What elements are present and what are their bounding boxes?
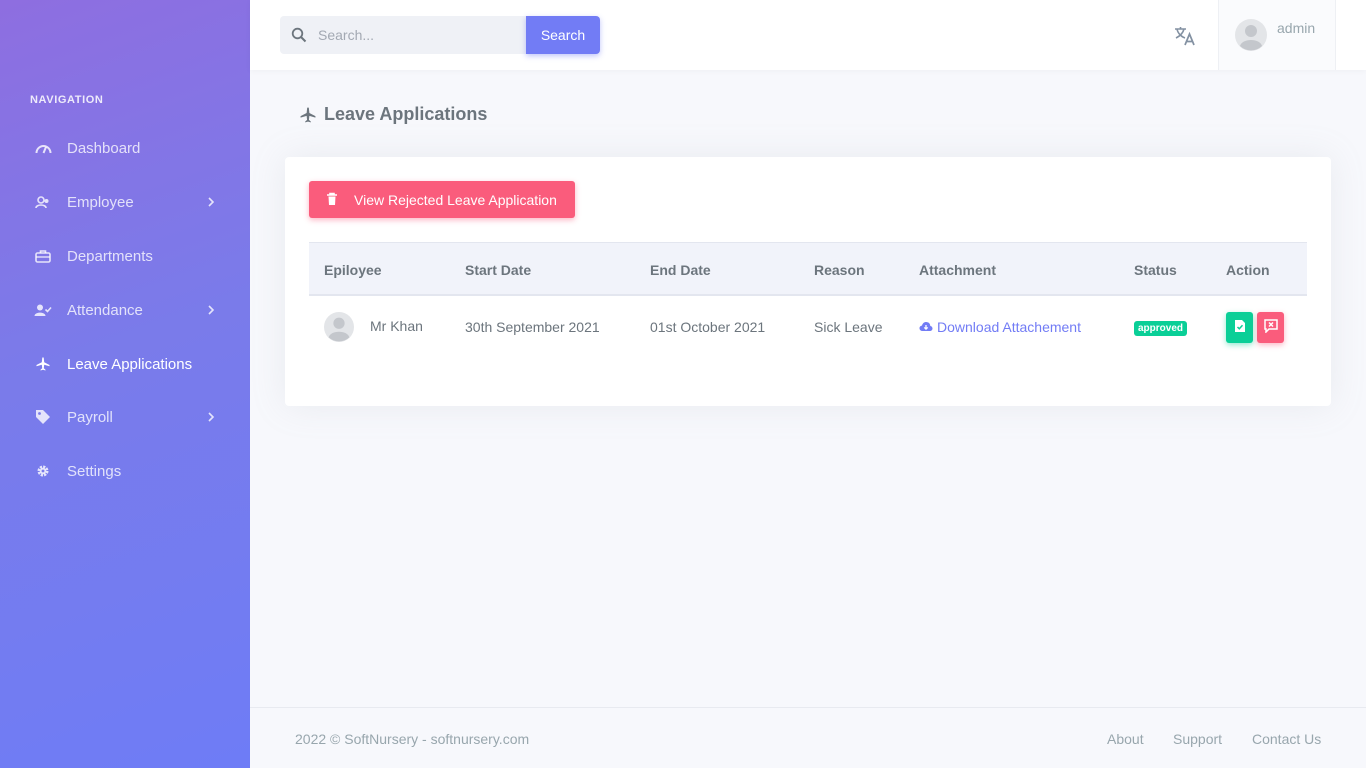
sidebar-item-label: Payroll — [67, 408, 113, 426]
footer-copyright: 2022 © SoftNursery - softnursery.com — [295, 731, 530, 747]
sidebar-item-leave-applications[interactable]: Leave Applications — [0, 344, 250, 384]
message-close-icon — [1263, 319, 1278, 336]
sidebar: NAVIGATION Dashboard Employee Department… — [0, 0, 250, 768]
user-check-icon — [34, 302, 52, 318]
user-name: admin — [1277, 20, 1316, 36]
avatar — [1235, 19, 1267, 51]
reason-cell: Sick Leave — [814, 319, 883, 335]
user-menu[interactable]: admin — [1218, 0, 1336, 70]
column-header-employee: Epiloyee — [324, 262, 382, 278]
topbar: Search admin — [250, 0, 1366, 70]
translate-icon[interactable] — [1174, 25, 1198, 47]
chevron-right-icon — [205, 410, 217, 424]
table-row: Mr Khan 30th September 2021 01st October… — [309, 296, 1307, 360]
employee-name: Mr Khan — [370, 318, 423, 334]
search-icon — [291, 27, 307, 43]
view-rejected-button[interactable]: View Rejected Leave Application — [309, 181, 575, 218]
sidebar-item-attendance[interactable]: Attendance — [0, 290, 250, 330]
nav-heading: NAVIGATION — [30, 94, 104, 106]
briefcase-icon — [34, 248, 52, 264]
trash-icon — [326, 192, 338, 206]
sidebar-item-employee[interactable]: Employee — [0, 182, 250, 222]
start-date-cell: 30th September 2021 — [465, 319, 600, 335]
gear-icon — [34, 463, 52, 479]
sidebar-item-label: Settings — [67, 462, 122, 480]
reject-button[interactable] — [1257, 312, 1284, 343]
column-header-status: Status — [1134, 262, 1177, 278]
download-attachment-link[interactable]: Download Attachement — [919, 319, 1081, 335]
status-badge: approved — [1134, 321, 1188, 336]
gauge-icon — [34, 140, 52, 156]
sidebar-item-payroll[interactable]: Payroll — [0, 397, 250, 437]
column-header-start-date: Start Date — [465, 262, 532, 278]
sidebar-item-label: Departments — [67, 247, 153, 265]
column-header-attachment: Attachment — [919, 262, 997, 278]
sidebar-item-settings[interactable]: Settings — [0, 451, 250, 491]
search-input[interactable] — [318, 16, 518, 54]
file-check-icon — [1234, 319, 1246, 336]
end-date-cell: 01st October 2021 — [650, 319, 766, 335]
search-button[interactable]: Search — [526, 16, 600, 54]
view-rejected-label: View Rejected Leave Application — [354, 192, 557, 208]
approve-button[interactable] — [1226, 312, 1253, 343]
sidebar-item-label: Dashboard — [67, 139, 141, 157]
search-box — [280, 16, 526, 54]
cloud-download-icon — [919, 319, 933, 335]
footer-link-contact[interactable]: Contact Us — [1252, 731, 1321, 747]
sidebar-item-label: Employee — [67, 193, 134, 211]
sidebar-item-label: Leave Applications — [67, 355, 193, 373]
footer-link-about[interactable]: About — [1107, 731, 1144, 747]
footer-link-support[interactable]: Support — [1173, 731, 1222, 747]
airplane-icon — [300, 107, 316, 123]
sidebar-item-dashboard[interactable]: Dashboard — [0, 128, 250, 168]
chevron-right-icon — [205, 195, 217, 209]
sidebar-item-departments[interactable]: Departments — [0, 236, 250, 276]
table-header: Epiloyee Start Date End Date Reason Atta… — [309, 242, 1307, 296]
chevron-right-icon — [205, 303, 217, 317]
footer: 2022 © SoftNursery - softnursery.com Abo… — [250, 707, 1366, 768]
page-title-text: Leave Applications — [324, 104, 488, 124]
airplane-icon — [34, 356, 52, 372]
tag-icon — [34, 409, 52, 425]
users-icon — [34, 194, 52, 210]
column-header-end-date: End Date — [650, 262, 711, 278]
sidebar-item-label: Attendance — [67, 301, 143, 319]
download-attachment-label: Download Attachement — [937, 319, 1081, 335]
page-title: Leave Applications — [300, 104, 487, 125]
column-header-action: Action — [1226, 262, 1270, 278]
avatar — [324, 312, 354, 342]
column-header-reason: Reason — [814, 262, 865, 278]
leave-applications-card: View Rejected Leave Application Epiloyee… — [285, 157, 1331, 406]
